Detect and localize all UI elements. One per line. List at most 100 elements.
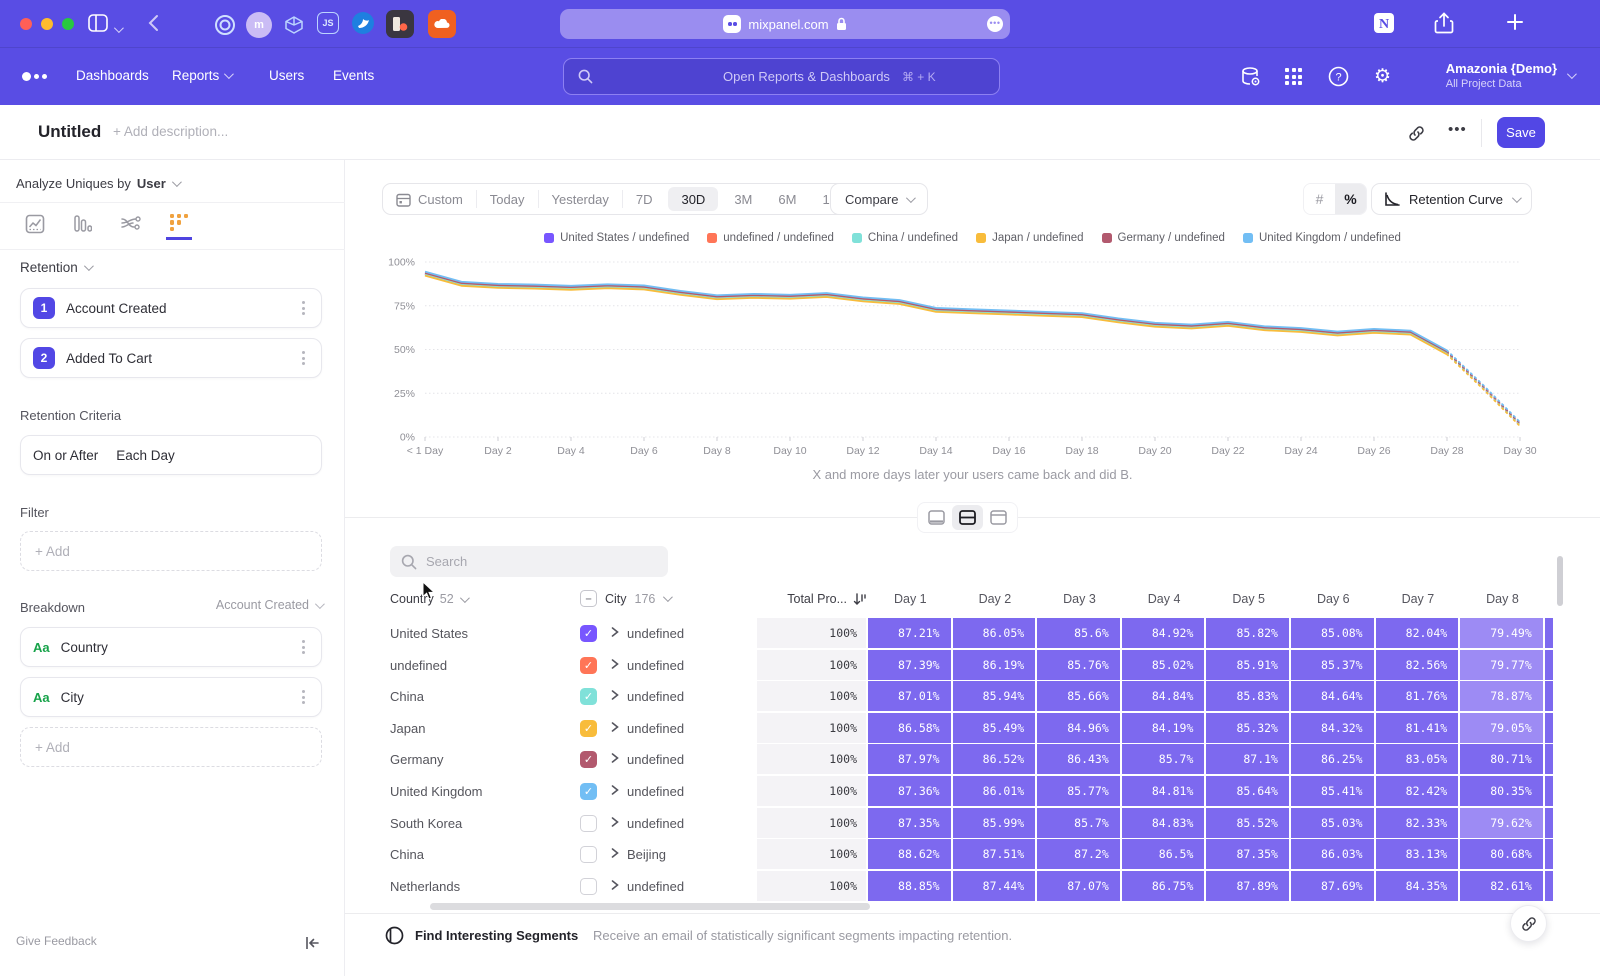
breakdown-event-selector[interactable]: Account Created <box>216 598 322 612</box>
retention-value-cell[interactable]: 87.21% <box>868 618 951 648</box>
retention-value-cell[interactable]: 78.87% <box>1460 681 1543 711</box>
mixpanel-logo[interactable] <box>22 72 47 81</box>
retention-value-cell[interactable]: 85.83% <box>1206 681 1289 711</box>
chevron-down-icon[interactable] <box>114 20 121 38</box>
range-today[interactable]: Today <box>477 187 538 211</box>
legend-item[interactable]: China / undefined <box>852 232 958 244</box>
horizontal-scrollbar[interactable] <box>430 903 870 910</box>
retention-value-cell[interactable]: 86.52% <box>953 744 1036 774</box>
step-options-icon[interactable] <box>297 349 309 368</box>
series-checkbox[interactable] <box>580 815 597 832</box>
retention-value-cell[interactable]: 85.76% <box>1037 650 1120 680</box>
retention-value-cell[interactable]: 80.68% <box>1460 839 1543 869</box>
extension-js-icon[interactable]: JS <box>317 12 339 34</box>
retention-value-cell[interactable]: 84.64% <box>1291 681 1374 711</box>
step-options-icon[interactable] <box>297 299 309 318</box>
save-button[interactable]: Save <box>1497 117 1545 148</box>
retention-value-cell[interactable]: 82.42% <box>1376 776 1459 806</box>
retention-value-cell[interactable]: 87.36% <box>868 776 951 806</box>
global-search-input[interactable]: Open Reports & Dashboards ⌘ + K <box>563 58 1000 95</box>
select-all-checkbox[interactable]: – <box>580 590 597 607</box>
retention-value-cell[interactable]: 88.62% <box>868 839 951 869</box>
extension-playdate-icon[interactable] <box>386 10 414 38</box>
legend-item[interactable]: Germany / undefined <box>1102 232 1225 244</box>
retention-value-cell[interactable]: 82.56% <box>1376 650 1459 680</box>
retention-value-cell[interactable]: 87.97% <box>868 744 951 774</box>
retention-value-cell[interactable]: 86.25% <box>1291 744 1374 774</box>
share-icon[interactable] <box>1434 12 1454 34</box>
retention-value-cell[interactable]: 87.01% <box>868 681 951 711</box>
retention-value-cell[interactable]: 85.03% <box>1291 808 1374 838</box>
expand-row-icon[interactable] <box>611 722 619 732</box>
retention-value-cell[interactable]: 87.39% <box>868 650 951 680</box>
retention-value-cell[interactable]: 85.6% <box>1037 618 1120 648</box>
day-column-header[interactable]: Day 5 <box>1206 592 1291 606</box>
retention-value-cell[interactable]: 85.02% <box>1122 650 1205 680</box>
retention-value-cell[interactable]: 83.13% <box>1376 839 1459 869</box>
series-checkbox[interactable]: ✓ <box>580 751 597 768</box>
page-settings-icon[interactable]: ••• <box>987 16 1003 32</box>
settings-gear-icon[interactable]: ⚙ <box>1374 65 1391 88</box>
retention-value-cell[interactable]: 85.91% <box>1206 650 1289 680</box>
new-tab-icon[interactable] <box>1506 13 1524 31</box>
copy-link-icon[interactable] <box>1408 125 1425 142</box>
step-event-name[interactable]: Account Created <box>66 301 167 316</box>
extension-cloud-icon[interactable] <box>428 10 456 38</box>
retention-value-cell[interactable]: 81.41% <box>1376 713 1459 743</box>
add-breakdown-button[interactable]: + Add <box>20 727 322 767</box>
expand-row-icon[interactable] <box>611 753 619 763</box>
extension-m-icon[interactable]: m <box>246 12 272 38</box>
legend-item[interactable]: United Kingdom / undefined <box>1243 232 1401 244</box>
series-checkbox[interactable]: ✓ <box>580 688 597 705</box>
breakdown-card-city[interactable]: Aa City <box>20 677 322 717</box>
retention-value-cell[interactable]: 85.49% <box>953 713 1036 743</box>
series-checkbox[interactable]: ✓ <box>580 783 597 800</box>
criteria-on-or-after[interactable]: On or After <box>33 448 98 463</box>
retention-chart[interactable]: 0%25%50%75%100%< 1 DayDay 2Day 4Day 6Day… <box>345 252 1600 464</box>
retention-value-cell[interactable]: 84.92% <box>1122 618 1205 648</box>
retention-value-cell[interactable]: 87.1% <box>1206 744 1289 774</box>
retention-value-cell[interactable]: 84.19% <box>1122 713 1205 743</box>
retention-value-cell[interactable]: 79.05% <box>1460 713 1543 743</box>
expand-row-icon[interactable] <box>611 817 619 827</box>
collapse-sidebar-icon[interactable] <box>305 936 320 950</box>
breakdown-options-icon[interactable] <box>297 688 309 707</box>
retention-value-cell[interactable]: 85.66% <box>1037 681 1120 711</box>
retention-value-cell[interactable]: 84.96% <box>1037 713 1120 743</box>
day-column-header[interactable]: Day 3 <box>1037 592 1122 606</box>
breakdown-card-country[interactable]: Aa Country <box>20 627 322 667</box>
retention-value-cell[interactable]: 85.52% <box>1206 808 1289 838</box>
retention-value-cell[interactable]: 85.41% <box>1291 776 1374 806</box>
breakdown-property[interactable]: Country <box>61 640 108 655</box>
range-3m[interactable]: 3M <box>721 187 765 211</box>
retention-value-cell[interactable]: 84.32% <box>1291 713 1374 743</box>
retention-section-header[interactable]: Retention <box>20 260 91 275</box>
step-event-name[interactable]: Added To Cart <box>66 351 152 366</box>
nav-reports[interactable]: Reports <box>172 68 231 83</box>
retention-value-cell[interactable]: 86.05% <box>953 618 1036 648</box>
retention-value-cell[interactable]: 88.85% <box>868 871 951 901</box>
data-management-icon[interactable] <box>1240 66 1262 88</box>
retention-value-cell[interactable]: 85.94% <box>953 681 1036 711</box>
range-custom[interactable]: Custom <box>383 187 476 211</box>
range-30d[interactable]: 30D <box>668 187 718 211</box>
nav-users[interactable]: Users <box>269 68 304 83</box>
retention-value-cell[interactable]: 87.89% <box>1206 871 1289 901</box>
retention-value-cell[interactable]: 82.33% <box>1376 808 1459 838</box>
retention-value-cell[interactable]: 85.37% <box>1291 650 1374 680</box>
analyze-uniques-control[interactable]: Analyze Uniques by User <box>16 176 179 191</box>
vertical-scrollbar[interactable] <box>1557 556 1563 606</box>
retention-value-cell[interactable]: 79.49% <box>1460 618 1543 648</box>
expand-row-icon[interactable] <box>611 659 619 669</box>
report-title[interactable]: Untitled <box>38 122 101 142</box>
retention-value-cell[interactable]: 84.84% <box>1122 681 1205 711</box>
retention-value-cell[interactable]: 87.07% <box>1037 871 1120 901</box>
criteria-each-day[interactable]: Each Day <box>116 448 175 463</box>
retention-value-cell[interactable]: 86.01% <box>953 776 1036 806</box>
series-checkbox[interactable] <box>580 878 597 895</box>
retention-value-cell[interactable]: 86.43% <box>1037 744 1120 774</box>
series-checkbox[interactable]: ✓ <box>580 625 597 642</box>
retention-value-cell[interactable]: 85.7% <box>1037 808 1120 838</box>
expand-row-icon[interactable] <box>611 785 619 795</box>
more-options-icon[interactable]: ••• <box>1448 121 1467 138</box>
